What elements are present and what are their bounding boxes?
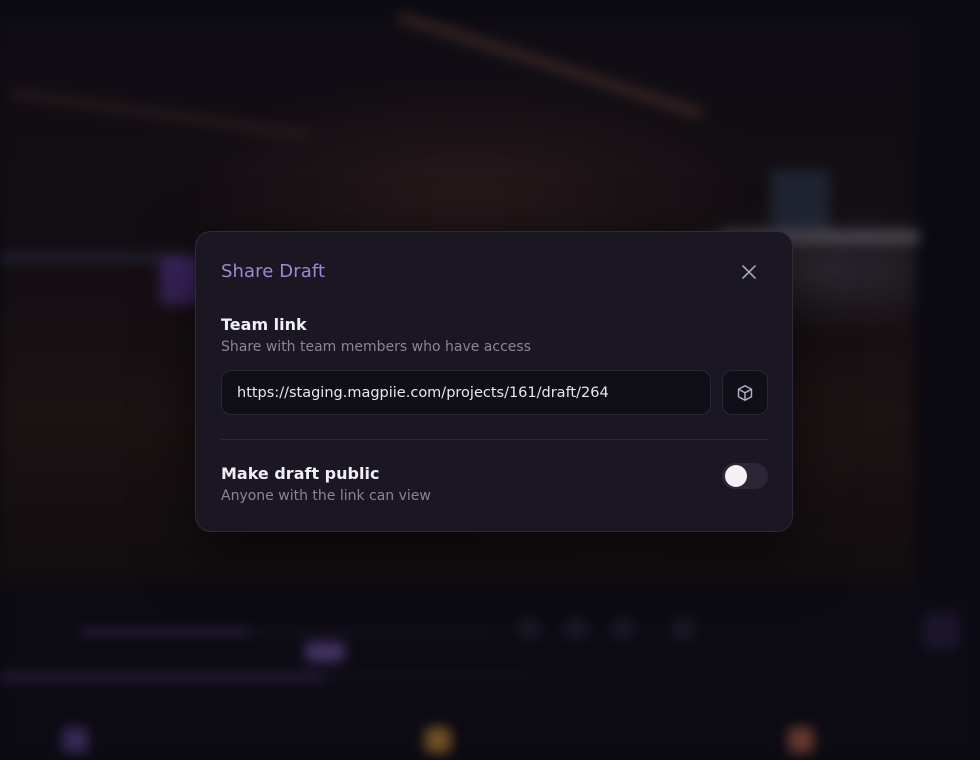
dialog-title: Share Draft bbox=[221, 261, 326, 282]
copy-link-button[interactable] bbox=[722, 370, 768, 415]
team-link-url: https://staging.magpiie.com/projects/161… bbox=[237, 384, 609, 401]
section-divider bbox=[221, 439, 768, 440]
app-root: Share Draft Team link Share with team me… bbox=[0, 0, 980, 760]
team-link-heading: Team link bbox=[221, 315, 307, 334]
team-link-description: Share with team members who have access bbox=[221, 339, 531, 355]
make-public-heading: Make draft public bbox=[221, 464, 380, 483]
share-draft-dialog: Share Draft Team link Share with team me… bbox=[195, 231, 793, 532]
close-icon bbox=[742, 265, 756, 279]
team-link-field[interactable]: https://staging.magpiie.com/projects/161… bbox=[221, 370, 711, 415]
close-button[interactable] bbox=[736, 259, 762, 285]
cube-icon bbox=[737, 384, 753, 401]
toggle-knob bbox=[725, 465, 747, 487]
make-public-description: Anyone with the link can view bbox=[221, 488, 431, 504]
make-public-toggle[interactable] bbox=[722, 463, 768, 489]
